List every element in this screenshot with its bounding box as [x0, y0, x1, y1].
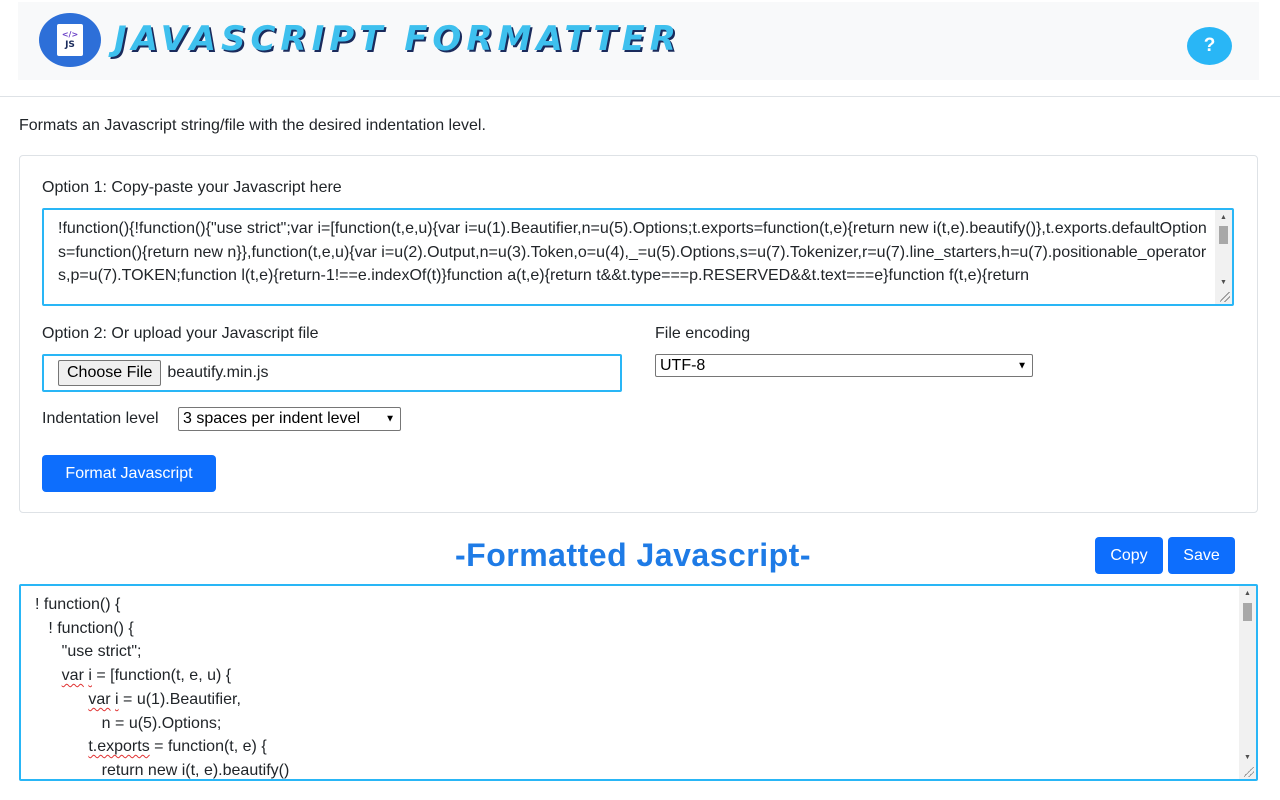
copy-button-label: Copy: [1110, 546, 1148, 564]
copy-button[interactable]: Copy: [1095, 537, 1163, 574]
logo-js-badge: JS: [65, 39, 75, 50]
resize-grip-icon[interactable]: [1220, 292, 1230, 302]
app-title: JAVASCRIPT FORMATTER: [114, 19, 681, 59]
output-scroll-thumb[interactable]: [1243, 603, 1252, 621]
save-button-label: Save: [1183, 546, 1220, 564]
output-line: t.exports = function(t, e) {: [88, 738, 267, 756]
header-divider: [0, 96, 1280, 97]
javascript-input-text[interactable]: !function(){!function(){"use strict";var…: [44, 210, 1232, 288]
selected-file-name: beautify.min.js: [167, 364, 269, 381]
formatted-output-lines[interactable]: ! function() { ! function() { "use stric…: [21, 586, 1256, 779]
option1-label: Option 1: Copy-paste your Javascript her…: [42, 179, 342, 196]
scroll-down-arrow-icon[interactable]: ▼: [1215, 276, 1232, 290]
indentation-label: Indentation level: [42, 410, 159, 427]
logo-code-glyph: </>: [61, 29, 79, 39]
question-mark-icon: ?: [1203, 35, 1216, 56]
output-line: ! function() {: [35, 596, 121, 613]
help-button[interactable]: ?: [1187, 27, 1232, 65]
input-scroll-thumb[interactable]: [1219, 226, 1228, 244]
indentation-value: 3 spaces per indent level: [183, 410, 360, 427]
option2-label: Option 2: Or upload your Javascript file: [42, 325, 319, 342]
output-title: -Formatted Javascript-: [455, 537, 811, 573]
formatted-output-textarea[interactable]: ! function() { ! function() { "use stric…: [19, 584, 1258, 781]
output-line: var i = u(1).Beautifier,: [88, 690, 241, 708]
output-line: return new i(t, e).beautify(): [35, 761, 290, 779]
output-line: ! function() {: [35, 619, 134, 637]
javascript-input-textarea[interactable]: !function(){!function(){"use strict";var…: [42, 208, 1234, 306]
chevron-down-icon: ▼: [385, 413, 395, 425]
output-line: "use strict";: [35, 643, 142, 661]
file-encoding-value: UTF-8: [660, 356, 706, 374]
scroll-up-arrow-icon[interactable]: ▲: [1215, 211, 1232, 225]
format-javascript-label: Format Javascript: [65, 464, 193, 482]
resize-grip-icon[interactable]: [1244, 767, 1254, 777]
logo-file-page: </> JS: [57, 24, 83, 56]
format-javascript-button[interactable]: Format Javascript: [42, 455, 216, 492]
scroll-up-arrow-icon[interactable]: ▲: [1239, 587, 1256, 601]
save-button[interactable]: Save: [1168, 537, 1235, 574]
file-encoding-select[interactable]: UTF-8 ▼: [655, 354, 1033, 377]
app-header: </> JS JAVASCRIPT FORMATTER ?: [18, 2, 1259, 80]
chevron-down-icon: ▼: [1017, 360, 1027, 371]
output-scrollbar[interactable]: ▲ ▼: [1239, 586, 1256, 779]
js-file-logo-icon: </> JS: [39, 13, 101, 67]
choose-file-button[interactable]: Choose File: [58, 360, 162, 386]
page-description: Formats an Javascript string/file with t…: [19, 117, 486, 134]
indentation-select[interactable]: 3 spaces per indent level ▼: [178, 407, 401, 431]
output-line: var i = [function(t, e, u) {: [61, 667, 232, 685]
scroll-down-arrow-icon[interactable]: ▼: [1239, 751, 1256, 765]
output-line: n = u(5).Options;: [35, 714, 222, 732]
input-scrollbar[interactable]: ▲ ▼: [1215, 210, 1232, 304]
file-upload-field[interactable]: Choose File beautify.min.js: [42, 354, 622, 392]
file-encoding-label: File encoding: [655, 325, 751, 342]
